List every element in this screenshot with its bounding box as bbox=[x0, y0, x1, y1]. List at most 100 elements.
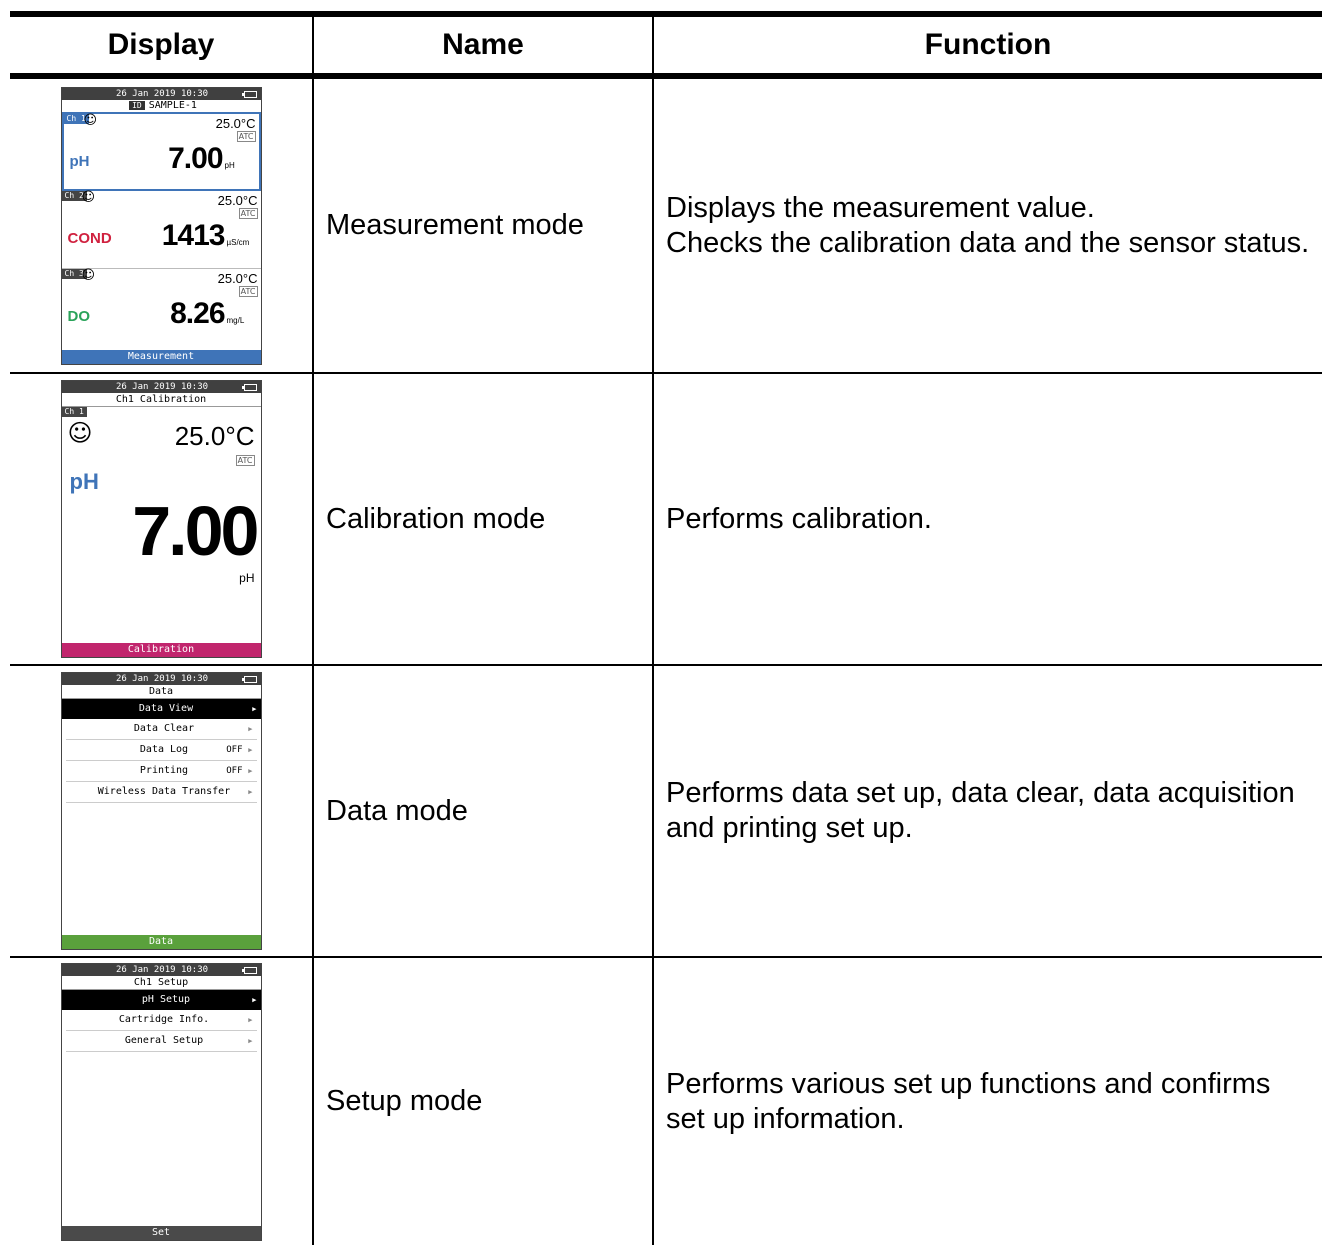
temperature: 25.0°C bbox=[174, 421, 255, 451]
function-text: Displays the measurement value. bbox=[666, 191, 1095, 224]
function-text: Performs various set up functions and co… bbox=[666, 1067, 1271, 1135]
calibration-screen: 26 Jan 2019 10:30 Ch1 Calibration Ch 1 ☺… bbox=[60, 380, 262, 658]
datetime: 26 Jan 2019 10:30 bbox=[115, 674, 209, 684]
menu-item-data-log[interactable]: Data Log OFF ▶ bbox=[65, 740, 257, 761]
mode-footer: Measurement bbox=[61, 349, 261, 364]
arrow-right-icon: ▶ bbox=[248, 725, 253, 733]
menu-item-ph-setup[interactable]: pH Setup ▶ bbox=[61, 989, 261, 1010]
smile-icon: ☺ bbox=[81, 267, 96, 283]
channel-1-panel: Ch 1 ☺ 25.0°C ATC pH 7.00 pH bbox=[61, 111, 261, 191]
atc-badge: ATC bbox=[236, 130, 256, 142]
menu-item-label: Cartridge Info. bbox=[118, 1013, 210, 1025]
arrow-right-icon: ▶ bbox=[248, 1036, 253, 1045]
mode-name: Measurement mode bbox=[312, 76, 653, 374]
function-text: Checks the calibration data and the sens… bbox=[666, 226, 1310, 259]
screen-title: Ch1 Calibration bbox=[61, 393, 261, 407]
status-bar: 26 Jan 2019 10:30 bbox=[61, 381, 261, 393]
mode-function: Performs calibration. bbox=[652, 373, 1322, 666]
unit-label: pH bbox=[239, 571, 255, 585]
atc-badge: ATC bbox=[238, 285, 258, 297]
battery-icon bbox=[241, 384, 257, 391]
id-tag: ID bbox=[129, 100, 145, 110]
table-header-row: Display Name Function bbox=[10, 11, 1322, 79]
sample-id-row: ID SAMPLE-1 bbox=[62, 100, 261, 112]
function-text: Performs data set up, data clear, data a… bbox=[666, 777, 1295, 844]
display-cell: 26 Jan 2019 10:30 Ch1 Setup pH Setup ▶ Ca… bbox=[10, 957, 313, 1245]
measurement-value: 1413 bbox=[161, 218, 226, 252]
channel-2-panel: Ch 2 ☺ 25.0°C ATC COND 1413 µS/cm bbox=[61, 189, 261, 269]
display-cell: 26 Jan 2019 10:30 ID SAMPLE-1 Ch 1 ☺ 25.0… bbox=[10, 76, 313, 374]
menu-item-data-view[interactable]: Data View ▶ bbox=[61, 699, 261, 719]
mode-footer: Set bbox=[61, 1225, 261, 1240]
menu-item-label: Printing bbox=[139, 765, 189, 776]
status-bar: 26 Jan 2019 10:30 bbox=[61, 963, 261, 976]
arrow-right-icon: ▶ bbox=[252, 995, 257, 1004]
mode-name: Data mode bbox=[312, 665, 653, 958]
measurement-screen: 26 Jan 2019 10:30 ID SAMPLE-1 Ch 1 ☺ 25.0… bbox=[60, 86, 262, 365]
parameter-label: DO bbox=[67, 307, 91, 325]
temperature: 25.0°C bbox=[215, 115, 256, 131]
unit-label: mg/L bbox=[226, 315, 245, 325]
datetime: 26 Jan 2019 10:30 bbox=[115, 382, 209, 392]
function-text: Performs calibration. bbox=[666, 502, 932, 535]
mode-footer: Data bbox=[61, 935, 261, 949]
arrow-right-icon: ▶ bbox=[248, 746, 253, 754]
table-row: 26 Jan 2019 10:30 Ch1 Setup pH Setup ▶ Ca… bbox=[10, 957, 1322, 1245]
data-screen: 26 Jan 2019 10:30 Data Data View ▶ Data C… bbox=[60, 672, 262, 950]
menu-item-wireless-data-transfer[interactable]: Wireless Data Transfer ▶ bbox=[65, 782, 257, 803]
header-name: Name bbox=[312, 11, 653, 79]
status-bar: 26 Jan 2019 10:30 bbox=[61, 87, 261, 100]
menu-item-label: Data Log bbox=[139, 744, 189, 755]
mode-name: Calibration mode bbox=[312, 373, 653, 666]
datetime: 26 Jan 2019 10:30 bbox=[115, 88, 209, 99]
channel-tag: Ch 1 bbox=[61, 407, 87, 417]
datetime: 26 Jan 2019 10:30 bbox=[115, 964, 209, 975]
screen-title: Ch1 Setup bbox=[61, 976, 261, 990]
smile-icon: ☺ bbox=[81, 189, 96, 205]
menu-item-label: Data Clear bbox=[133, 723, 195, 734]
battery-icon bbox=[241, 90, 257, 98]
mode-function: Performs various set up functions and co… bbox=[652, 957, 1322, 1245]
arrow-right-icon: ▶ bbox=[248, 788, 253, 796]
menu-item-label: Data View bbox=[138, 703, 194, 714]
menu-item-label: Wireless Data Transfer bbox=[97, 786, 231, 797]
measurement-value: 7.00 bbox=[132, 492, 259, 570]
temperature: 25.0°C bbox=[217, 192, 258, 208]
unit-label: pH bbox=[224, 160, 235, 170]
menu-item-cartridge-info[interactable]: Cartridge Info. ▶ bbox=[65, 1010, 257, 1031]
arrow-right-icon: ▶ bbox=[248, 767, 253, 775]
mode-function: Performs data set up, data clear, data a… bbox=[652, 665, 1322, 958]
menu-item-label: General Setup bbox=[124, 1034, 204, 1046]
mode-name: Setup mode bbox=[312, 957, 653, 1245]
smile-icon: ☺ bbox=[83, 112, 98, 128]
arrow-right-icon: ▶ bbox=[248, 1015, 253, 1024]
smile-icon: ☺ bbox=[67, 419, 93, 447]
battery-icon bbox=[241, 966, 257, 974]
mode-function: Displays the measurement value. Checks t… bbox=[652, 76, 1322, 374]
mode-table: Display Name Function 26 Jan 2019 10:30 … bbox=[10, 11, 1322, 1245]
temperature: 25.0°C bbox=[217, 270, 258, 286]
parameter-label: pH bbox=[69, 152, 90, 170]
menu-item-printing[interactable]: Printing OFF ▶ bbox=[65, 761, 257, 782]
mode-footer: Calibration bbox=[61, 643, 261, 657]
status-bar: 26 Jan 2019 10:30 bbox=[61, 673, 261, 685]
atc-badge: ATC bbox=[235, 455, 255, 466]
channel-3-panel: Ch 3 ☺ 25.0°C ATC DO 8.26 mg/L bbox=[61, 267, 261, 346]
table-row: 26 Jan 2019 10:30 Data Data View ▶ Data C… bbox=[10, 665, 1322, 958]
screen-title: Data bbox=[61, 685, 261, 699]
sample-id: SAMPLE-1 bbox=[148, 99, 197, 111]
table-row: 26 Jan 2019 10:30 ID SAMPLE-1 Ch 1 ☺ 25.0… bbox=[10, 76, 1322, 374]
display-cell: 26 Jan 2019 10:30 Data Data View ▶ Data C… bbox=[10, 665, 313, 958]
parameter-label: pH bbox=[69, 469, 99, 494]
menu-item-general-setup[interactable]: General Setup ▶ bbox=[65, 1031, 257, 1052]
menu-item-data-clear[interactable]: Data Clear ▶ bbox=[65, 719, 257, 740]
header-display: Display bbox=[10, 11, 313, 79]
menu-item-value: OFF bbox=[226, 745, 243, 755]
battery-icon bbox=[241, 676, 257, 683]
atc-badge: ATC bbox=[238, 207, 258, 219]
menu-item-label: pH Setup bbox=[141, 993, 191, 1005]
measurement-value: 8.26 bbox=[170, 296, 225, 330]
menu-item-value: OFF bbox=[226, 766, 243, 776]
display-cell: 26 Jan 2019 10:30 Ch1 Calibration Ch 1 ☺… bbox=[10, 373, 313, 666]
arrow-right-icon: ▶ bbox=[252, 705, 257, 713]
